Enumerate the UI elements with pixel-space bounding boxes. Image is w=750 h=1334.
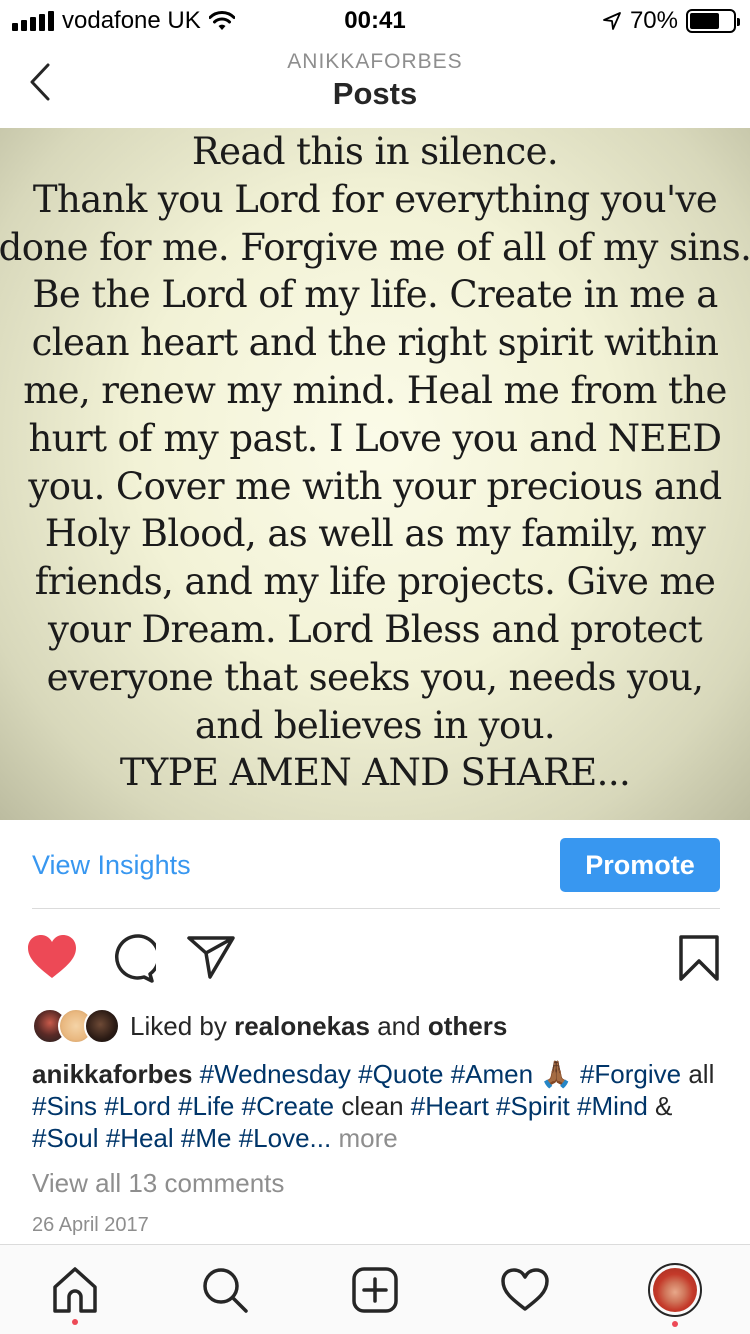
liked-by-prefix: Liked by: [130, 1010, 227, 1041]
post-image[interactable]: Read this in silence. Thank you Lord for …: [0, 128, 750, 820]
post-date: 26 April 2017: [32, 1214, 149, 1236]
share-button[interactable]: [186, 934, 236, 985]
home-notification-dot: [72, 1319, 78, 1325]
caption-username[interactable]: anikkaforbes: [32, 1059, 192, 1089]
comment-icon: [115, 934, 161, 983]
insights-row: View Insights Promote: [0, 820, 750, 908]
hashtag-link[interactable]: #Create: [242, 1091, 335, 1121]
quote-line: done for me. Forgive me of all of my sin…: [0, 225, 750, 269]
hashtag-link[interactable]: #Life: [178, 1091, 234, 1121]
search-icon: [203, 1268, 248, 1313]
tab-new-post[interactable]: [348, 1263, 402, 1317]
quote-line: Holy Blood, as well as my family, my: [44, 512, 706, 556]
nav-header: ANIKKAFORBES Posts: [0, 40, 750, 128]
hashtag-link[interactable]: #Heart: [411, 1091, 489, 1121]
quote-line: Read this in silence.: [191, 130, 559, 173]
quote-line: and believes in you.: [194, 703, 556, 747]
caption-text: 🙏🏾: [540, 1059, 573, 1089]
avatar: [84, 1008, 120, 1044]
quote-line: Thank you Lord for everything you've: [32, 177, 718, 221]
likes-row[interactable]: Liked by realonekas and others: [32, 1006, 507, 1046]
hashtag-link[interactable]: #Quote: [358, 1059, 443, 1089]
liked-by-and: and: [377, 1010, 421, 1041]
comment-button[interactable]: [106, 934, 161, 989]
status-bar: vodafone UK 00:41 70%: [0, 0, 750, 40]
liked-by-others[interactable]: others: [428, 1011, 507, 1041]
promote-button[interactable]: Promote: [560, 838, 720, 892]
caption-more-link[interactable]: more: [338, 1123, 397, 1153]
hashtag-link[interactable]: #Sins: [32, 1091, 97, 1121]
add-post-icon: [352, 1267, 398, 1313]
hashtag-link[interactable]: #Spirit: [496, 1091, 570, 1121]
liked-by-user[interactable]: realonekas: [234, 1011, 370, 1041]
quote-line: everyone that seeks you, needs you,: [46, 655, 704, 699]
hashtag-link[interactable]: #Soul: [32, 1123, 99, 1153]
tab-activity[interactable]: [498, 1263, 552, 1317]
quote-line: clean heart and the right spirit within: [31, 321, 719, 365]
quote-line: Be the Lord of my life. Create in me a: [32, 273, 718, 317]
quote-line: your Dream. Lord Bless and protect: [48, 607, 703, 651]
hashtag-link[interactable]: #Heal: [106, 1123, 174, 1153]
view-insights-link[interactable]: View Insights: [32, 850, 191, 881]
paper-plane-icon: [187, 936, 235, 979]
hashtag-link[interactable]: #Wednesday: [200, 1059, 351, 1089]
save-button[interactable]: [678, 934, 720, 987]
hashtag-link[interactable]: #Love...: [239, 1123, 332, 1153]
profile-notification-dot: [672, 1321, 678, 1327]
hashtag-link[interactable]: #Amen: [451, 1059, 533, 1089]
location-arrow-icon: [603, 12, 621, 30]
page-title: Posts: [332, 76, 418, 111]
battery-percent: 70%: [629, 7, 678, 34]
activity-heart-icon: [501, 1268, 549, 1311]
nav-username: ANIKKAFORBES: [287, 50, 463, 73]
hashtag-link[interactable]: #Mind: [577, 1091, 648, 1121]
hashtag-link[interactable]: #Lord: [104, 1091, 171, 1121]
post-image-quote: Read this in silence. Thank you Lord for …: [0, 128, 750, 797]
battery-level: [690, 13, 720, 29]
hashtag-link[interactable]: #Me: [181, 1123, 232, 1153]
profile-picture: [653, 1268, 697, 1312]
heart-filled-icon: [28, 935, 76, 978]
tab-search[interactable]: [198, 1263, 252, 1317]
tab-bar: [0, 1244, 750, 1334]
home-icon: [53, 1267, 97, 1313]
hashtag-link[interactable]: #Forgive: [580, 1059, 681, 1089]
like-button[interactable]: [26, 934, 78, 985]
divider: [32, 908, 720, 909]
bookmark-icon: [679, 935, 719, 981]
post-actions: [0, 930, 750, 986]
view-comments-link[interactable]: View all 13 comments: [32, 1168, 284, 1199]
liked-by-text: Liked by realonekas and others: [130, 1011, 507, 1042]
quote-line: hurt of my past. I Love you and NEED: [28, 416, 723, 460]
caption-text: &: [655, 1091, 673, 1121]
caption-text: all: [688, 1059, 715, 1089]
quote-line: TYPE AMEN AND SHARE...: [119, 751, 631, 795]
tab-home[interactable]: [48, 1263, 102, 1317]
caption-text: clean: [341, 1091, 404, 1121]
quote-line: you. Cover me with your precious and: [28, 464, 722, 508]
quote-line: friends, and my life projects. Give me: [34, 560, 716, 604]
status-right: 70%: [602, 7, 740, 35]
profile-avatar: [648, 1263, 702, 1317]
post-caption: anikkaforbes #Wednesday #Quote #Amen 🙏🏾 …: [32, 1058, 722, 1154]
quote-line: me, renew my mind. Heal me from the: [23, 368, 727, 412]
liker-avatars: [32, 1008, 120, 1044]
battery-icon: [686, 9, 740, 33]
tab-profile[interactable]: [648, 1263, 702, 1317]
